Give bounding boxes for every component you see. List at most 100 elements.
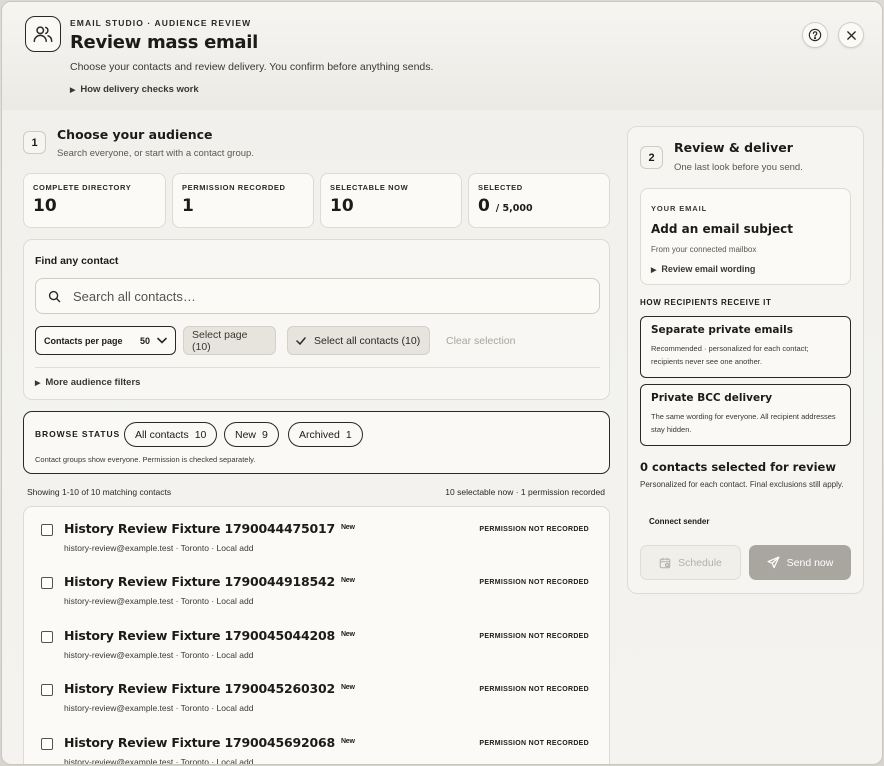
close-icon [846,30,856,40]
chip-archived[interactable]: Archived 1 [288,422,363,447]
connect-sender-link[interactable]: Connect sender [649,517,709,526]
browse-note: Contact groups show everyone. Permission… [35,455,256,464]
contact-row[interactable]: History Review Fixture 1790045692068 New … [24,721,609,764]
stat-value: 10 [330,196,354,216]
stat-selectable-now: SELECTABLE NOW 10 [320,173,462,228]
help-button[interactable] [802,22,828,48]
results-summary: 10 selectable now · 1 permission recorde… [445,487,605,497]
chip-count: 9 [262,428,268,441]
page-title: Review mass email [70,32,259,53]
review-mass-email-dialog: EMAIL STUDIO · AUDIENCE REVIEW Review ma… [1,1,883,765]
contact-meta: history-review@example.test · Toronto · … [64,703,254,713]
contact-row[interactable]: History Review Fixture 1790045044208 New … [24,614,609,667]
browse-status-label: BROWSE STATUS [35,429,121,439]
selected-count-note: Personalized for each contact. Final exc… [640,480,844,489]
chip-name: All contacts [135,428,189,441]
chip-name: New [235,428,257,441]
contact-list: History Review Fixture 1790044475017 New … [23,506,610,764]
selected-count-title: 0 contacts selected for review [640,460,836,474]
close-button[interactable] [838,22,864,48]
delivery-checks-label: How delivery checks work [80,84,199,95]
stat-label: COMPLETE DIRECTORY [33,183,132,192]
stat-value: 0 / 5,000 [478,196,533,216]
contact-row[interactable]: History Review Fixture 1790044918542 New … [24,560,609,613]
search-box[interactable] [35,278,600,314]
permission-status: PERMISSION NOT RECORDED [479,633,589,640]
more-filters-label: More audience filters [45,377,141,388]
contact-name: History Review Fixture 1790044475017 New [64,521,355,536]
chip-count: 10 [194,428,207,441]
stat-label: SELECTED [478,183,523,192]
audience-subtitle: Search everyone, or start with a contact… [57,148,254,159]
contact-meta: history-review@example.test · Toronto · … [64,596,254,606]
option-separate-emails[interactable]: Separate private emails Recommended · pe… [640,316,851,378]
browse-status-panel: BROWSE STATUS All contacts 10 New 9 Archiv… [23,411,610,474]
chip-all-contacts[interactable]: All contacts 10 [124,422,218,447]
page-subtitle: Choose your contacts and review delivery… [70,61,434,73]
permission-status: PERMISSION NOT RECORDED [479,579,589,586]
new-badge: New [340,684,355,691]
review-deliver-card: 2 Review & deliver One last look before … [627,126,864,594]
schedule-button[interactable]: Schedule [640,545,741,580]
selected-limit: / 5,000 [495,203,533,214]
your-email-label: YOUR EMAIL [651,204,708,213]
deliver-subtitle: One last look before you send. [674,162,803,173]
option-title: Separate private emails [651,324,793,336]
stat-permission-recorded: PERMISSION RECORDED 1 [172,173,314,228]
send-now-label: Send now [786,556,834,569]
permission-status: PERMISSION NOT RECORDED [479,526,589,533]
new-badge: New [340,738,355,745]
contact-checkbox[interactable] [41,577,53,589]
option-bcc-delivery[interactable]: Private BCC delivery The same wording fo… [640,384,851,446]
send-now-button[interactable]: Send now [749,545,851,580]
find-contact-title: Find any contact [35,255,119,267]
chip-new[interactable]: New 9 [224,422,279,447]
stat-complete-directory: COMPLETE DIRECTORY 10 [23,173,166,228]
new-badge: New [340,631,355,638]
per-page-label: Contacts per page [44,335,123,346]
contact-meta: history-review@example.test · Toronto · … [64,543,254,553]
triangle-right-icon: ▶ [651,267,657,274]
send-icon [767,556,780,569]
dialog-header: EMAIL STUDIO · AUDIENCE REVIEW Review ma… [2,2,882,110]
email-from: From your connected mailbox [651,245,757,254]
audience-title: Choose your audience [57,127,213,142]
select-page-button[interactable]: Select page (10) [183,326,276,355]
contact-name: History Review Fixture 1790044918542 New [64,574,355,589]
contact-checkbox[interactable] [41,738,53,750]
email-summary-card: YOUR EMAIL Add an email subject From you… [640,188,851,285]
permission-status: PERMISSION NOT RECORDED [479,686,589,693]
triangle-right-icon: ▶ [35,380,41,387]
contact-checkbox[interactable] [41,684,53,696]
select-all-button[interactable]: Select all contacts (10) [287,326,430,355]
select-all-label: Select all contacts (10) [314,334,421,347]
triangle-right-icon: ▶ [70,87,76,94]
delivery-checks-disclosure[interactable]: ▶ How delivery checks work [70,84,199,95]
option-title: Private BCC delivery [651,392,773,404]
step-2-badge: 2 [640,146,663,169]
search-input[interactable] [73,288,553,304]
contact-name: History Review Fixture 1790045260302 New [64,681,355,696]
per-page-select[interactable]: Contacts per page 50 [35,326,176,355]
permission-status: PERMISSION NOT RECORDED [479,740,589,747]
new-badge: New [340,577,355,584]
header-kicker: EMAIL STUDIO · AUDIENCE REVIEW [70,18,252,28]
check-icon [296,336,306,345]
contact-row[interactable]: History Review Fixture 1790044475017 New … [24,507,609,560]
review-wording-disclosure[interactable]: ▶ Review email wording [651,264,755,274]
contact-checkbox[interactable] [41,631,53,643]
option-description: Recommended · personalized for each cont… [651,344,809,366]
more-filters-disclosure[interactable]: ▶ More audience filters [35,377,140,388]
how-receive-label: HOW RECIPIENTS RECEIVE IT [640,298,772,307]
question-icon [808,28,822,42]
audience-icon [25,16,61,52]
clear-selection-button[interactable]: Clear selection [438,326,528,355]
schedule-label: Schedule [678,556,722,569]
contact-name: History Review Fixture 1790045044208 New [64,628,355,643]
results-showing: Showing 1-10 of 10 matching contacts [27,487,172,497]
contact-checkbox[interactable] [41,524,53,536]
stat-label: PERMISSION RECORDED [182,183,286,192]
new-badge: New [340,524,355,531]
contact-name: History Review Fixture 1790045692068 New [64,735,355,750]
contact-row[interactable]: History Review Fixture 1790045260302 New … [24,667,609,720]
